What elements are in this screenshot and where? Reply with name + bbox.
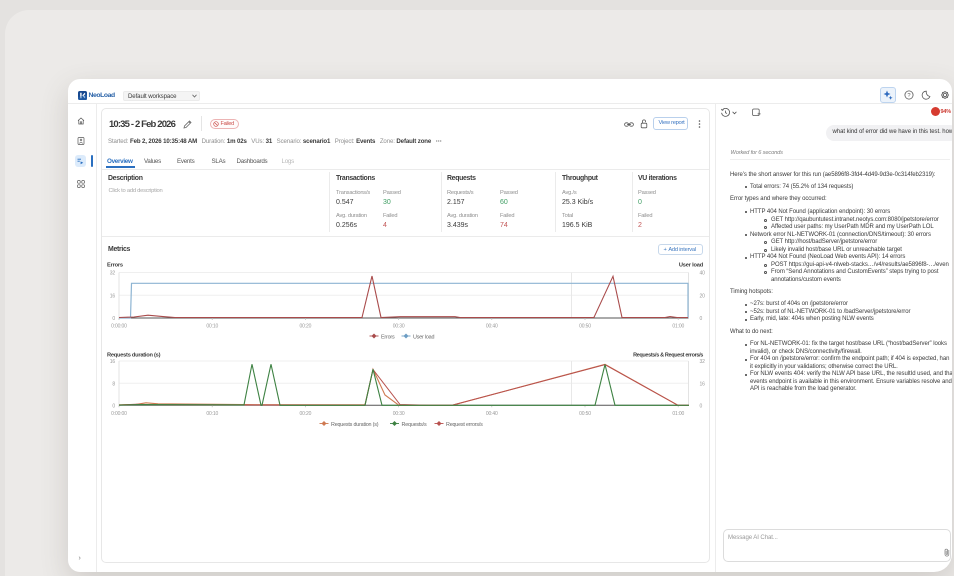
svg-text:00:50: 00:50 xyxy=(579,411,591,417)
svg-text:32: 32 xyxy=(110,271,116,277)
svg-text:16: 16 xyxy=(110,294,116,300)
svg-text:00:40: 00:40 xyxy=(486,411,498,417)
svg-text:Requests/s & Request errors/s: Requests/s & Request errors/s xyxy=(633,353,703,359)
svg-text:Requests duration (s): Requests duration (s) xyxy=(331,422,379,428)
svg-text:40: 40 xyxy=(700,271,706,277)
svg-text:20: 20 xyxy=(700,294,706,300)
svg-text:00:30: 00:30 xyxy=(393,411,405,417)
svg-text:0: 0 xyxy=(112,316,115,322)
svg-text:00:20: 00:20 xyxy=(300,411,312,417)
svg-text:Request errors/s: Request errors/s xyxy=(446,422,483,428)
svg-text:00:10: 00:10 xyxy=(206,324,218,330)
svg-text:16: 16 xyxy=(110,359,116,365)
svg-text:0:00:00: 0:00:00 xyxy=(111,411,127,417)
svg-text:00:40: 00:40 xyxy=(486,324,498,330)
svg-text:00:20: 00:20 xyxy=(300,324,312,330)
svg-text:Requests/s: Requests/s xyxy=(402,422,427,428)
svg-text:8: 8 xyxy=(112,381,115,387)
svg-text:00:10: 00:10 xyxy=(206,411,218,417)
svg-text:16: 16 xyxy=(700,381,706,387)
svg-text:User load: User load xyxy=(413,334,434,340)
svg-text:01:00: 01:00 xyxy=(672,411,684,417)
svg-text:00:50: 00:50 xyxy=(579,324,591,330)
svg-text:User load: User load xyxy=(679,263,704,269)
svg-text:Requests duration (s): Requests duration (s) xyxy=(107,353,161,359)
svg-text:0:00:00: 0:00:00 xyxy=(111,324,127,330)
svg-text:01:00: 01:00 xyxy=(672,324,684,330)
svg-text:0: 0 xyxy=(700,404,703,410)
svg-text:Errors: Errors xyxy=(381,334,395,340)
svg-text:32: 32 xyxy=(700,359,706,365)
svg-text:0: 0 xyxy=(700,316,703,322)
svg-text:Errors: Errors xyxy=(107,263,123,269)
svg-text:00:30: 00:30 xyxy=(393,324,405,330)
svg-text:0: 0 xyxy=(112,404,115,410)
